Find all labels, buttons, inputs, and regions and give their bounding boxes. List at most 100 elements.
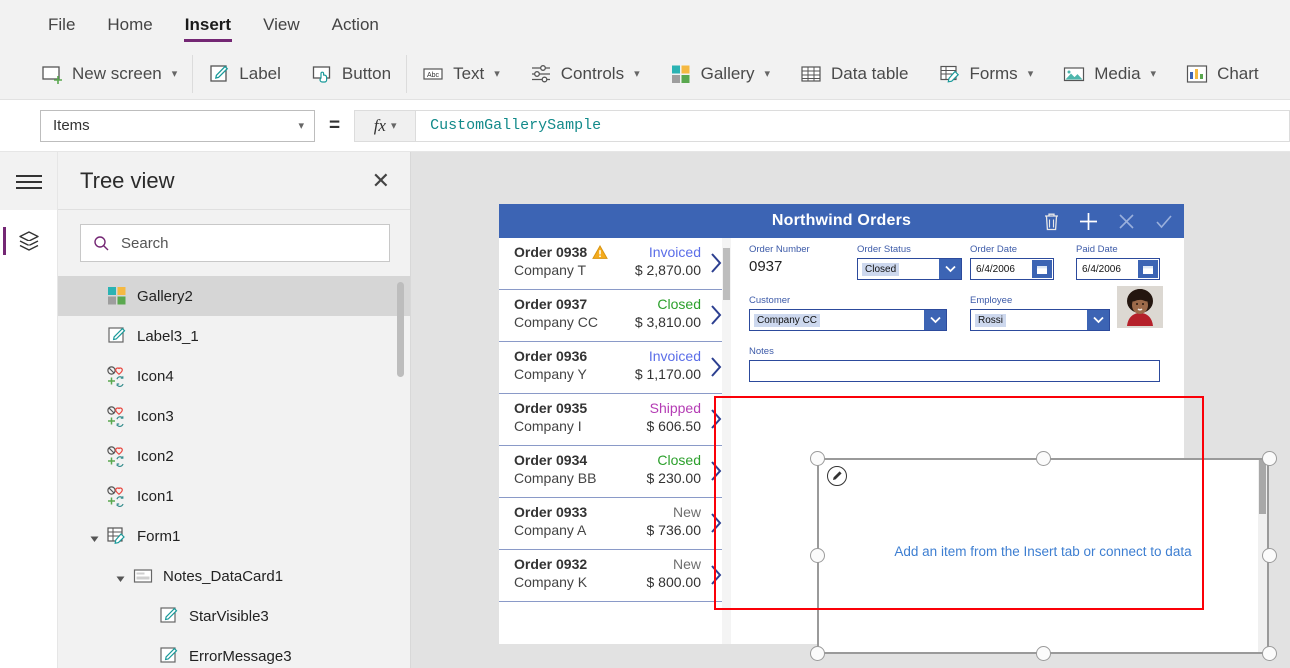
search-input[interactable]: Search xyxy=(80,224,390,262)
tree-item-icon1[interactable]: Icon1 xyxy=(58,476,410,516)
order-row[interactable]: Order 0938 Invoiced Company T $ 2,870.00 xyxy=(499,238,731,290)
order-status-dropdown[interactable]: Closed xyxy=(857,258,962,280)
hamburger-button[interactable] xyxy=(0,152,57,210)
insert-tab-link[interactable]: Add an item from the Insert tab xyxy=(894,544,1079,559)
close-icon[interactable]: ✕ xyxy=(372,169,390,192)
tree-item-form1[interactable]: Form1 xyxy=(58,516,410,556)
rail-button-tree-view[interactable] xyxy=(0,210,57,272)
cancel-icon xyxy=(1119,213,1134,229)
tree-scrollbar-thumb[interactable] xyxy=(397,282,404,377)
resize-handle-e[interactable] xyxy=(1262,548,1277,563)
dropdown-value: Company CC xyxy=(754,313,821,327)
button-icon xyxy=(312,65,331,83)
order-row[interactable]: Order 0936 Invoiced Company Y $ 1,170.00 xyxy=(499,342,731,394)
chevron-down-icon[interactable] xyxy=(1087,310,1109,330)
chevron-down-icon[interactable] xyxy=(939,259,961,279)
menu-tab-home[interactable]: Home xyxy=(91,2,168,48)
tree-item-gallery2[interactable]: Gallery2 xyxy=(58,276,410,316)
resize-handle-n[interactable] xyxy=(1036,451,1051,466)
gallery-scrollbar[interactable] xyxy=(722,238,731,644)
menu-tab-insert[interactable]: Insert xyxy=(169,2,247,48)
tree-item-label: Icon2 xyxy=(137,447,174,465)
resize-handle-sw[interactable] xyxy=(810,646,825,661)
page-title: Tree view xyxy=(80,167,175,193)
ribbon-text[interactable]: Abc Text ▾ xyxy=(407,48,515,99)
order-company: Company CC xyxy=(514,314,599,330)
menu-tab-action[interactable]: Action xyxy=(316,2,395,48)
ribbon-forms[interactable]: Forms ▾ xyxy=(924,48,1049,99)
menu-tab-view[interactable]: View xyxy=(247,2,316,48)
menu-tab-file[interactable]: File xyxy=(32,2,91,48)
order-date-input[interactable]: 6/4/2006 xyxy=(970,258,1054,280)
order-row[interactable]: Order 0933 New Company A $ 736.00 xyxy=(499,498,731,550)
chevron-down-icon[interactable] xyxy=(924,310,946,330)
chevron-down-icon: ▾ xyxy=(1150,68,1157,80)
calendar-icon[interactable] xyxy=(1032,260,1052,278)
field-label: Order Number xyxy=(749,244,810,255)
notes-input[interactable] xyxy=(749,360,1160,382)
chevron-down-icon: ▾ xyxy=(1027,68,1034,80)
order-row[interactable]: Order 0934 Closed Company BB $ 230.00 xyxy=(499,446,731,498)
chevron-right-icon[interactable] xyxy=(710,252,722,274)
order-gallery-list[interactable]: Order 0938 Invoiced Company T $ 2,870.00 Ord… xyxy=(499,238,731,644)
ribbon-toolbar: New screen ▾ Label Button Abc Text ▾ Con… xyxy=(0,48,1290,100)
chevron-right-icon[interactable] xyxy=(710,564,722,586)
fx-button[interactable]: fx ▾ xyxy=(354,109,417,142)
tree-item-label3_1[interactable]: Label3_1 xyxy=(58,316,410,356)
chevron-right-icon[interactable] xyxy=(710,408,722,430)
formula-input[interactable]: CustomGallerySample xyxy=(416,109,1290,142)
tree-item-label: Notes_DataCard1 xyxy=(163,567,284,585)
selected-gallery-control[interactable]: Add an item from the Insert tab or conne… xyxy=(817,458,1269,654)
resize-handle-w[interactable] xyxy=(810,548,825,563)
ribbon-gallery[interactable]: Gallery ▾ xyxy=(655,48,785,99)
chevron-right-icon[interactable] xyxy=(710,304,722,326)
tree-item-notes_datacard1[interactable]: Notes_DataCard1 xyxy=(58,556,410,596)
employee-dropdown[interactable]: Rossi xyxy=(970,309,1110,331)
media-icon xyxy=(1064,66,1085,81)
ribbon-button[interactable]: Button xyxy=(296,48,406,99)
tree-item-icon4[interactable]: Icon4 xyxy=(58,356,410,396)
chevron-right-icon[interactable] xyxy=(710,512,722,534)
resize-handle-nw[interactable] xyxy=(810,451,825,466)
paid-date-input[interactable]: 6/4/2006 xyxy=(1076,258,1160,280)
gallery-scrollbar-thumb[interactable] xyxy=(723,248,730,300)
chevron-expanded-icon[interactable] xyxy=(115,571,126,582)
ribbon-media[interactable]: Media ▾ xyxy=(1048,48,1171,99)
calendar-icon[interactable] xyxy=(1138,260,1158,278)
field-order-number: Order Number 0937 xyxy=(749,244,819,275)
tree-item-label: Label3_1 xyxy=(137,327,199,345)
ribbon-label[interactable]: Label xyxy=(193,48,296,99)
order-row[interactable]: Order 0935 Shipped Company I $ 606.50 xyxy=(499,394,731,446)
order-status: Shipped xyxy=(649,400,701,416)
order-company: Company BB xyxy=(514,470,597,486)
ribbon-controls[interactable]: Controls ▾ xyxy=(515,48,655,99)
ribbon-label-text: Button xyxy=(341,63,392,83)
tree-item-label: ErrorMessage3 xyxy=(189,647,292,665)
tree-item-icon3[interactable]: Icon3 xyxy=(58,396,410,436)
ribbon-data-table[interactable]: Data table xyxy=(785,48,924,99)
order-row[interactable]: Order 0932 New Company K $ 800.00 xyxy=(499,550,731,602)
order-id: Order 0932 xyxy=(514,556,588,572)
app-canvas: Northwind Orders Order 0938 Invoiced Com… xyxy=(411,152,1290,668)
pencil-icon[interactable] xyxy=(827,466,847,486)
property-selector[interactable]: Items ▾ xyxy=(40,109,315,142)
resize-handle-s[interactable] xyxy=(1036,646,1051,661)
ribbon-chart[interactable]: Chart xyxy=(1171,48,1274,99)
resize-handle-se[interactable] xyxy=(1262,646,1277,661)
resize-handle-ne[interactable] xyxy=(1262,451,1277,466)
chevron-expanded-icon[interactable] xyxy=(89,531,100,542)
chevron-right-icon[interactable] xyxy=(710,356,722,378)
add-icon[interactable] xyxy=(1078,211,1099,232)
trash-icon[interactable] xyxy=(1043,212,1060,231)
scrollbar-thumb[interactable] xyxy=(1259,460,1266,514)
tree-item-icon2[interactable]: Icon2 xyxy=(58,436,410,476)
connect-to-data-link[interactable]: connect to data xyxy=(1099,544,1191,559)
tree-item-starvisible3[interactable]: StarVisible3 xyxy=(58,596,410,636)
order-company: Company I xyxy=(514,418,582,434)
order-row[interactable]: Order 0937 Closed Company CC $ 3,810.00 xyxy=(499,290,731,342)
ribbon-label-text: Data table xyxy=(831,63,909,83)
chevron-right-icon[interactable] xyxy=(710,460,722,482)
ribbon-new-screen[interactable]: New screen ▾ xyxy=(26,48,192,99)
tree-item-errormessage3[interactable]: ErrorMessage3 xyxy=(58,636,410,668)
customer-dropdown[interactable]: Company CC xyxy=(749,309,947,331)
